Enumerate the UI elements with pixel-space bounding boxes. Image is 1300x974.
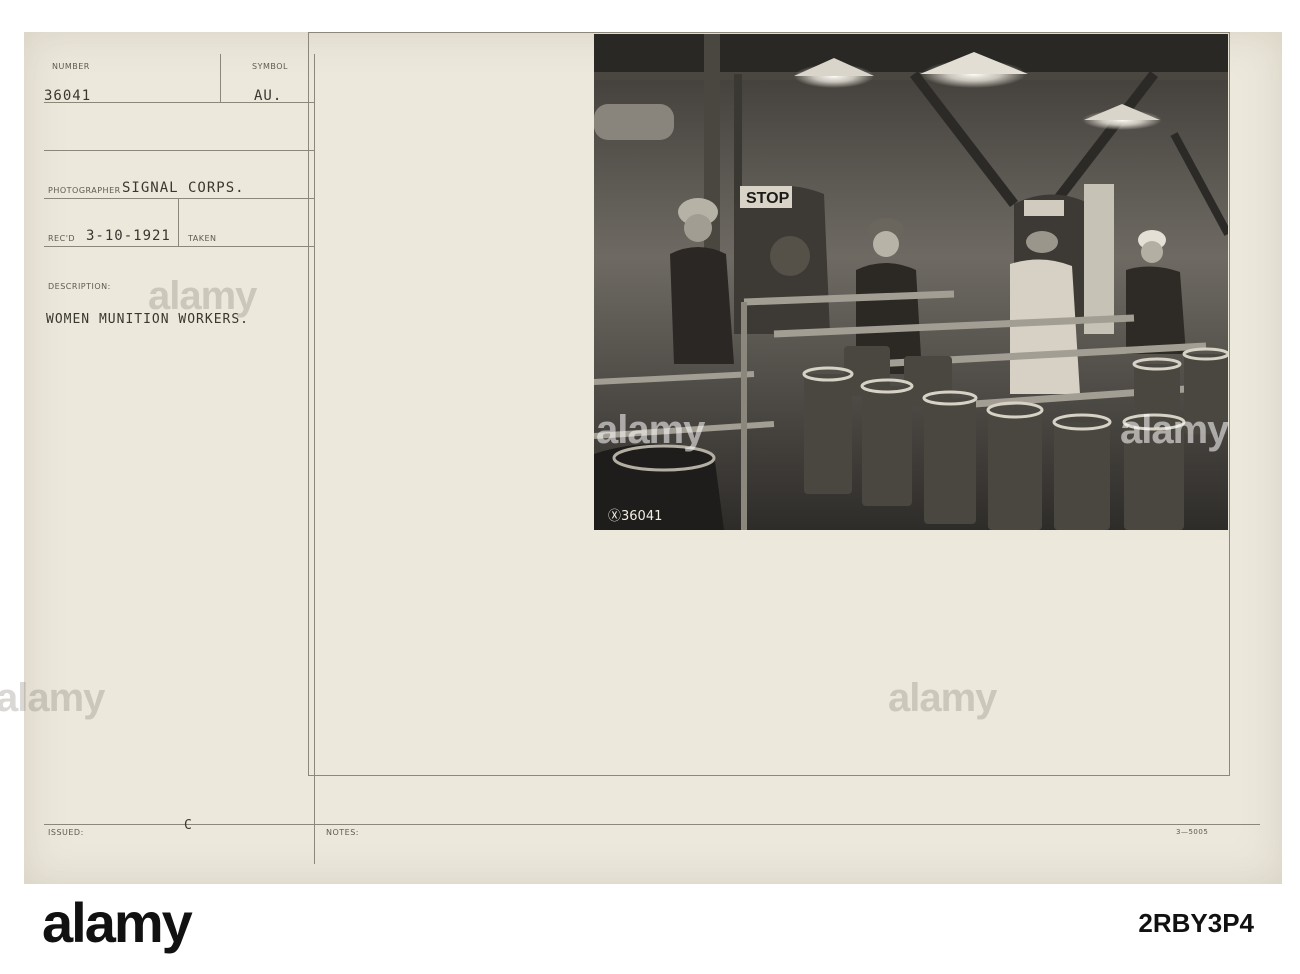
rule-recd-bottom — [44, 246, 314, 247]
number-label: NUMBER — [52, 62, 90, 71]
watermark: alamy — [888, 676, 997, 720]
recd-value: 3-10-1921 — [86, 228, 171, 244]
watermark: alamy — [596, 408, 705, 452]
number-value: 36041 — [44, 88, 92, 104]
factory-photograph: STOP Ⓧ36041 — [594, 34, 1228, 530]
stop-sign: STOP — [746, 190, 790, 207]
symbol-value: AU. — [254, 88, 283, 104]
rule-number-symbol — [220, 54, 221, 102]
stock-footer — [0, 884, 1300, 974]
form-code: 3—5005 — [1176, 828, 1209, 836]
photographer-value: SIGNAL CORPS. — [122, 180, 245, 196]
stock-logo: alamy — [42, 891, 193, 954]
image-id: 2RBY3P4 — [1138, 908, 1254, 938]
recd-label: REC'D — [48, 234, 76, 243]
issued-label: ISSUED: — [48, 828, 84, 837]
description-label: DESCRIPTION: — [48, 282, 111, 291]
rule-issued-bottom — [44, 824, 1260, 825]
factory-scene-illustration: STOP Ⓧ36041 — [594, 34, 1228, 530]
watermark: alamy — [1120, 408, 1229, 452]
watermark: alamy — [0, 676, 105, 720]
issued-value: C — [184, 818, 193, 833]
rule-recd-taken — [178, 198, 179, 246]
notes-label: NOTES: — [326, 828, 359, 837]
negative-number: Ⓧ36041 — [608, 509, 662, 524]
rule-header-bottom — [44, 150, 314, 151]
rule-photographer-bottom — [44, 198, 314, 199]
taken-label: TAKEN — [188, 234, 217, 243]
photographer-label: PHOTOGRAPHER — [48, 186, 121, 195]
watermark: alamy — [148, 274, 257, 318]
symbol-label: SYMBOL — [252, 62, 288, 71]
